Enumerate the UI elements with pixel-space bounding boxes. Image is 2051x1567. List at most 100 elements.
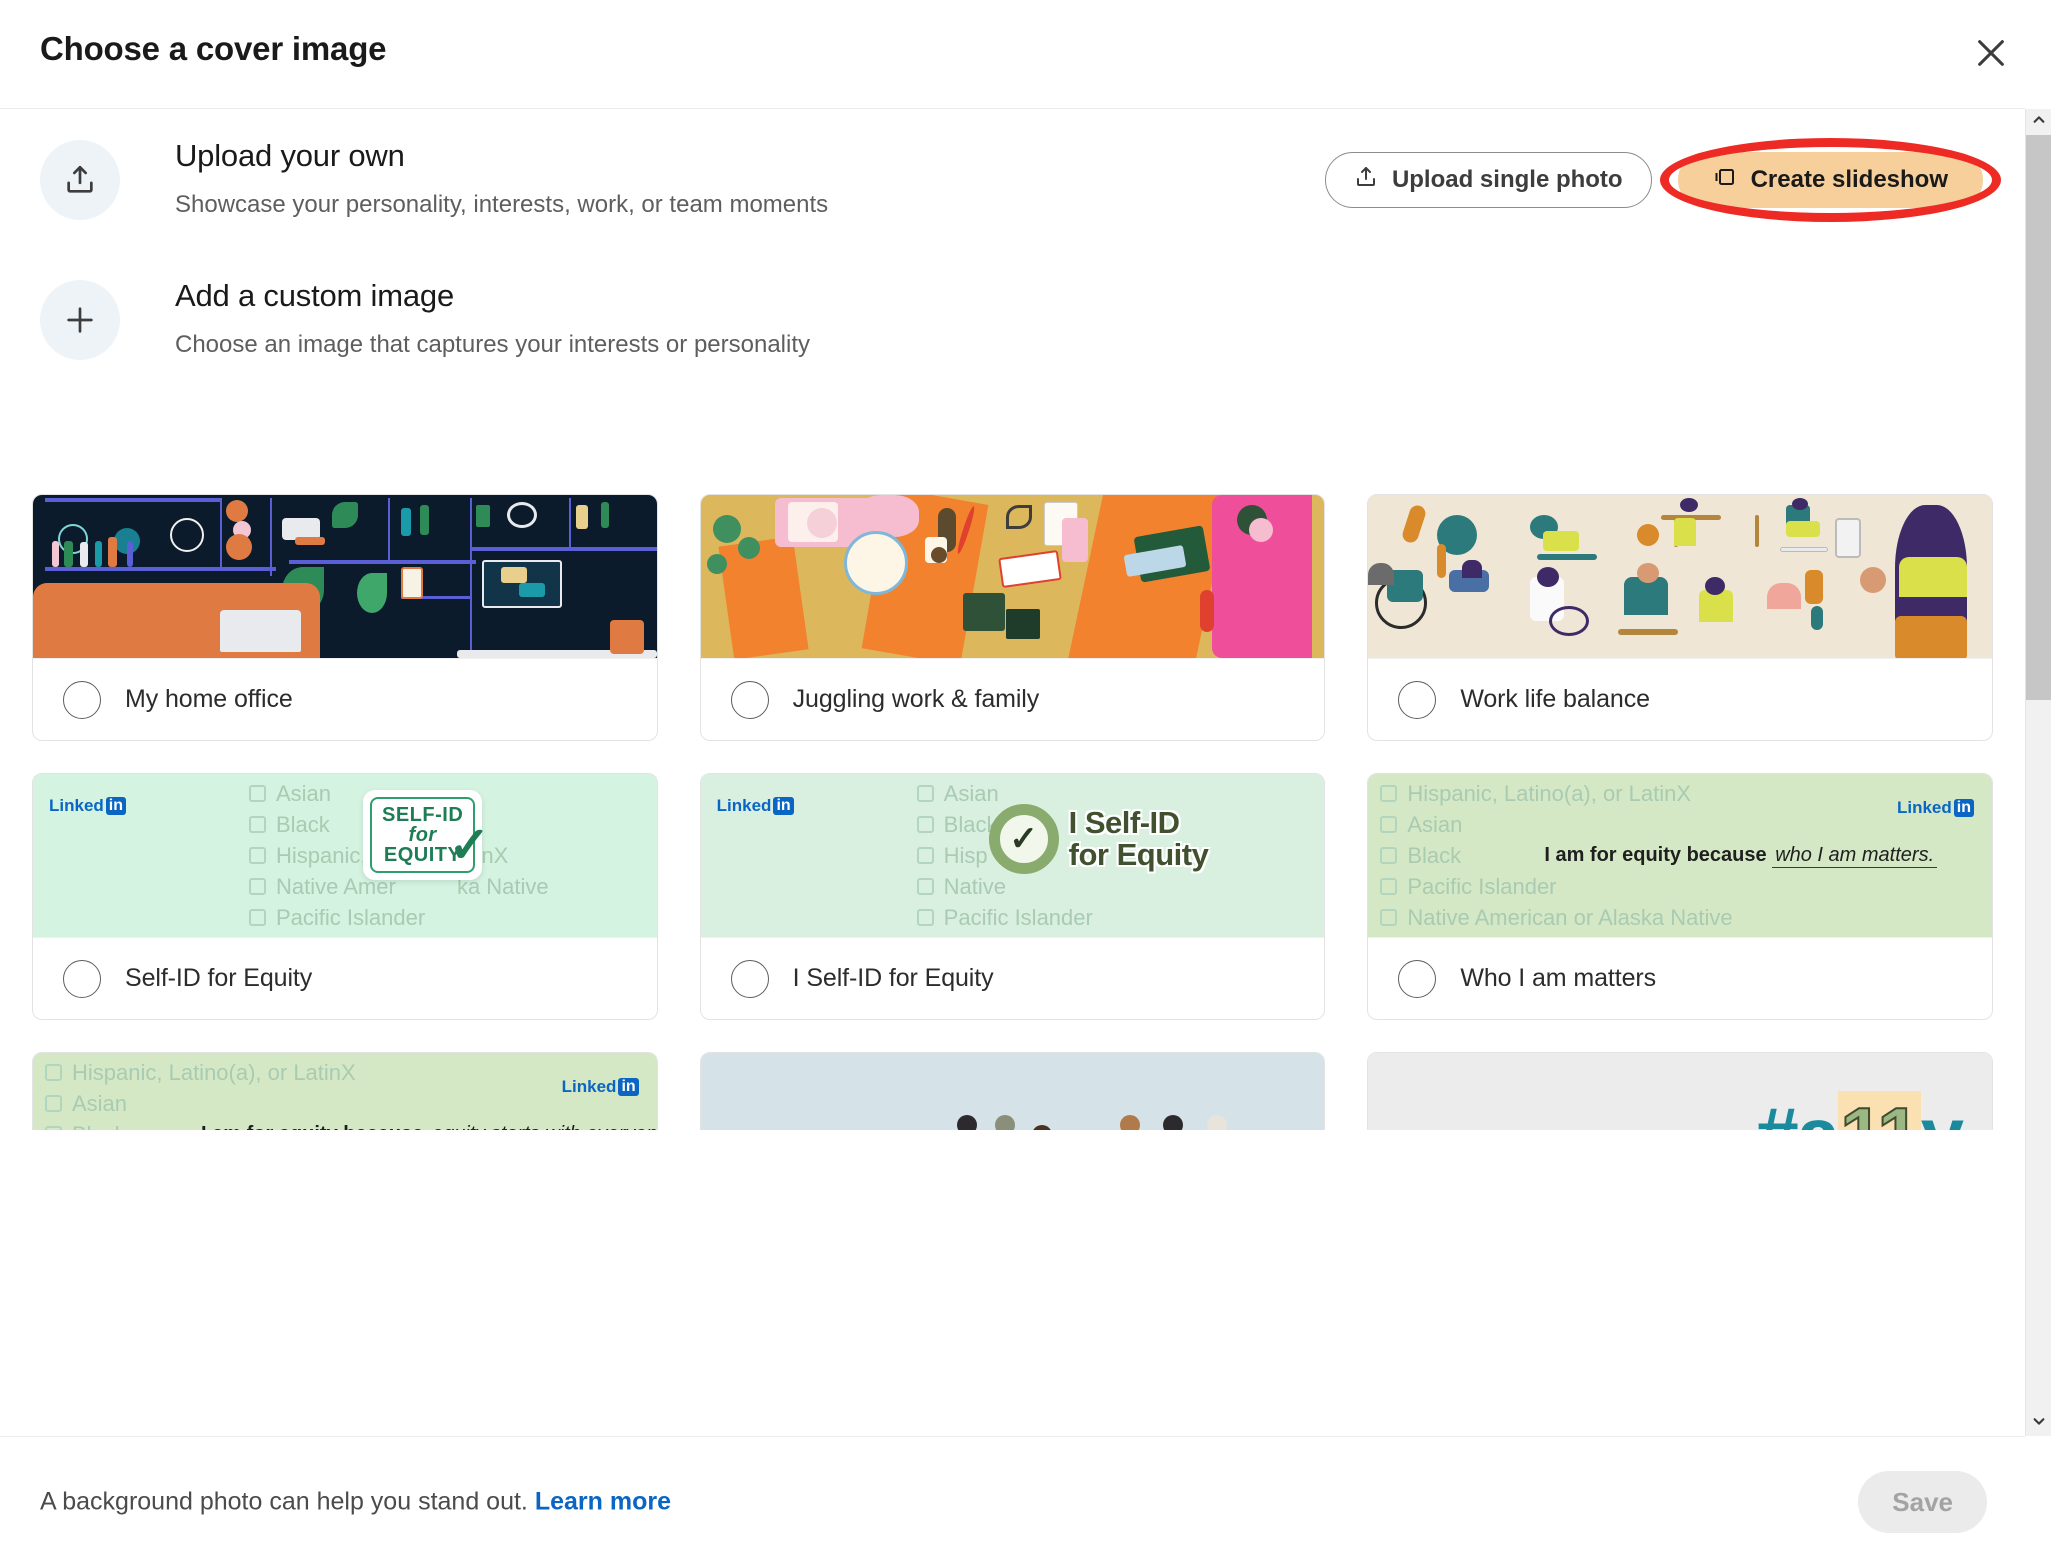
cover-option-label: Work life balance — [1460, 685, 1650, 713]
close-icon — [1974, 36, 2008, 73]
equity-starts-with-everyone-illustration: Hispanic, Latino(a), or LatinX Asian Bla… — [33, 1053, 657, 1130]
chevron-up-icon — [2032, 113, 2046, 132]
checkbox-label: Asian — [276, 781, 332, 806]
equity-prefix: I am for equity because — [1544, 844, 1767, 866]
close-button[interactable] — [1959, 22, 2023, 86]
self-id-sticker: SELF-ID for EQUITY ✓ — [363, 790, 490, 880]
checkbox-label: Hispanic, Latino(a), or LatinX — [72, 1060, 356, 1085]
cover-thumbnail — [700, 495, 1325, 658]
linkedin-logo: Linked in — [717, 796, 794, 816]
custom-image-title: Add a custom image — [175, 278, 454, 313]
cover-option-label: I Self-ID for Equity — [792, 964, 994, 992]
upload-actions: Upload single photo Create slideshow — [1324, 138, 2001, 222]
page-title: Choose a cover image — [40, 30, 387, 67]
scrollbar-thumb[interactable] — [2026, 135, 2051, 700]
cover-thumbnail: #a11y — [1368, 1053, 1992, 1130]
who-i-am-matters-illustration: Hispanic, Latino(a), or LatinX Asian Bla… — [1368, 774, 1992, 937]
checkbox-label: Black — [1407, 843, 1462, 868]
slideshow-icon — [1713, 165, 1737, 196]
cover-option-card[interactable]: #a11y Accessibility Awareness — [1367, 1052, 1993, 1130]
cover-option-card[interactable]: Disability Inclusion — [699, 1052, 1326, 1130]
plus-icon — [40, 280, 120, 360]
cover-option-radio[interactable] — [1398, 680, 1437, 719]
checkbox-label: Asian — [72, 1091, 128, 1116]
equity-value: who I am matters. — [1772, 844, 1938, 868]
badge-line-2: for Equity — [1068, 837, 1209, 872]
save-button[interactable]: Save — [1858, 1471, 1987, 1533]
cover-image-grid: My home office Juggling work & family Wo… — [0, 494, 2025, 1130]
cover-thumbnail: Linkedin Asian Black Hispanic, Lat inX N… — [33, 774, 657, 937]
checkbox-label: Native — [943, 874, 1007, 899]
checkmark-icon: ✓ — [988, 804, 1059, 874]
modal-body: Upload your own Showcase your personalit… — [0, 109, 2025, 1130]
cover-option-label: Juggling work & family — [792, 685, 1040, 713]
linkedin-logo: Linked in — [49, 796, 127, 816]
i-self-id-for-equity-illustration: Linked in Asian Black Hisp Native Pacific… — [700, 774, 1325, 937]
cover-option-label: My home office — [125, 685, 293, 713]
chevron-down-icon — [2032, 1414, 2046, 1433]
scroll-down-button[interactable] — [2026, 1410, 2051, 1436]
checkbox-label: Pacific Islander — [276, 905, 426, 930]
checkbox-label: Asian — [1407, 812, 1463, 837]
cover-thumbnail: Hispanic, Latino(a), or LatinX Asian Bla… — [1368, 774, 1992, 937]
cover-option-radio[interactable] — [1398, 959, 1437, 998]
cover-option-card[interactable]: Hispanic, Latino(a), or LatinX Asian Bla… — [1367, 773, 1993, 1020]
cover-option-radio[interactable] — [63, 680, 101, 719]
equity-value: equity starts with everyone. — [428, 1123, 657, 1130]
juggling-work-family-illustration — [700, 495, 1325, 658]
cover-thumbnail: Hispanic, Latino(a), or LatinX Asian Bla… — [33, 1053, 657, 1130]
cover-option-card[interactable]: Linkedin Asian Black Hispanic, Lat inX N… — [32, 773, 658, 1020]
equity-prefix: I am for equity because — [201, 1123, 423, 1130]
work-life-balance-illustration — [1368, 495, 1992, 658]
footer-note: A background photo can help you stand ou… — [40, 1488, 671, 1517]
linkedin-logo: Linked in — [1897, 798, 1974, 818]
create-slideshow-button[interactable]: Create slideshow — [1677, 152, 1983, 208]
accessibility-awareness-illustration: #a11y — [1368, 1053, 1992, 1130]
home-office-illustration — [33, 495, 657, 658]
cover-option-label: Self-ID for Equity — [125, 964, 313, 992]
cover-option-card[interactable]: Linked in Asian Black Hisp Native Pacific… — [699, 773, 1326, 1020]
checkbox-label: Hisp — [943, 843, 988, 868]
checkbox-label: Black — [276, 812, 330, 837]
cover-option-card[interactable]: Juggling work & family — [699, 494, 1326, 741]
checkmark-icon: ✓ — [448, 817, 491, 873]
linkedin-logo: Linked in — [562, 1077, 639, 1097]
modal-footer: A background photo can help you stand ou… — [0, 1436, 2025, 1567]
scroll-up-button[interactable] — [2026, 109, 2051, 135]
checkbox-label: Black — [72, 1119, 126, 1130]
self-id-for-equity-illustration: Linkedin Asian Black Hispanic, Lat inX N… — [33, 774, 657, 937]
cover-option-radio[interactable] — [730, 959, 769, 998]
upload-subtitle: Showcase your personality, interests, wo… — [175, 191, 829, 218]
cover-option-card[interactable]: Work life balance — [1367, 494, 1993, 741]
vertical-scrollbar[interactable] — [2025, 109, 2051, 1436]
upload-title: Upload your own — [175, 138, 405, 173]
cover-image-modal: Choose a cover image Upload your own Sho… — [0, 0, 2051, 1567]
cover-thumbnail — [1368, 495, 1992, 658]
checkbox-label: Pacific Islander — [1407, 874, 1557, 899]
cover-thumbnail: Linked in Asian Black Hisp Native Pacific… — [700, 774, 1325, 937]
checkbox-label: Hispanic, Latino(a), or LatinX — [1407, 781, 1692, 806]
cover-thumbnail — [700, 1053, 1325, 1130]
i-self-id-badge: ✓ I Self-ID for Equity — [988, 804, 1209, 874]
upload-single-photo-button[interactable]: Upload single photo — [1324, 152, 1652, 208]
cover-option-card[interactable]: Hispanic, Latino(a), or LatinX Asian Bla… — [32, 1052, 658, 1130]
create-slideshow-label: Create slideshow — [1750, 166, 1948, 193]
modal-header: Choose a cover image — [0, 0, 2025, 109]
upload-single-photo-label: Upload single photo — [1391, 166, 1623, 193]
cover-option-radio[interactable] — [730, 680, 769, 719]
a11y-wordmark: #a11y — [1755, 1090, 1964, 1130]
custom-image-subtitle: Choose an image that captures your inter… — [175, 331, 811, 358]
cover-option-radio[interactable] — [63, 959, 101, 998]
upload-icon — [40, 140, 120, 220]
cover-option-card[interactable]: My home office — [32, 494, 658, 741]
upload-icon — [1354, 165, 1378, 196]
learn-more-link[interactable]: Learn more — [535, 1488, 671, 1516]
cover-thumbnail — [33, 495, 657, 658]
footer-note-text: A background photo can help you stand ou… — [40, 1487, 528, 1516]
checkbox-label: Pacific Islander — [943, 905, 1093, 930]
checkbox-label: Native American or Alaska Native — [1407, 905, 1733, 930]
create-slideshow-highlight-group: Create slideshow — [1659, 138, 2001, 222]
cover-option-label: Who I am matters — [1460, 964, 1656, 992]
badge-line-1: I Self-ID — [1068, 805, 1180, 840]
disability-inclusion-illustration — [700, 1053, 1325, 1130]
